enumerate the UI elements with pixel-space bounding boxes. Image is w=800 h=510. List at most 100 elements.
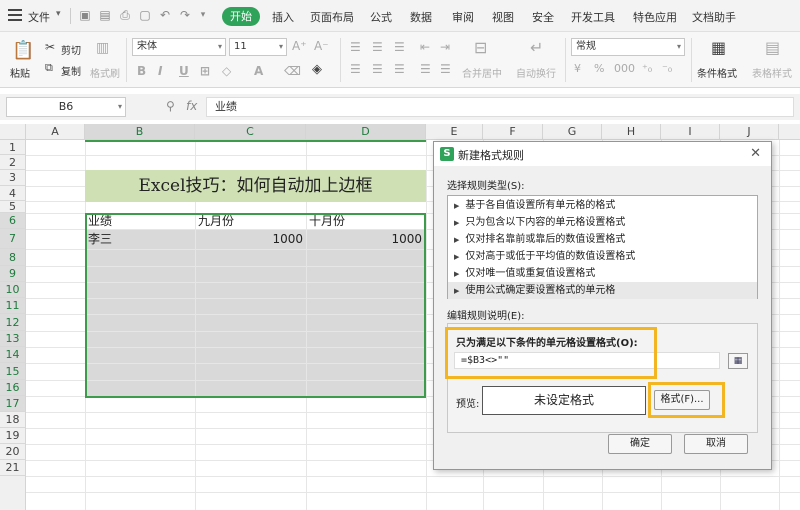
table-style-button[interactable]: 表格样式 bbox=[752, 65, 792, 80]
column-header[interactable]: E bbox=[426, 124, 483, 140]
italic-icon[interactable]: I bbox=[158, 64, 162, 78]
indent-increase-icon[interactable]: ⇥ bbox=[440, 40, 450, 54]
file-menu[interactable]: 文件 bbox=[28, 9, 50, 25]
wrap-text-button[interactable]: 自动换行 bbox=[516, 65, 556, 80]
row-header[interactable]: 9 bbox=[0, 266, 26, 282]
row-header[interactable]: 13 bbox=[0, 331, 26, 347]
print-preview-icon[interactable]: ▢ bbox=[138, 8, 152, 22]
font-color-icon[interactable]: A bbox=[254, 64, 263, 78]
conditional-format-button[interactable]: 条件格式 bbox=[697, 65, 737, 80]
tab-start[interactable]: 开始 bbox=[222, 7, 260, 26]
menu-icon[interactable] bbox=[8, 9, 22, 21]
tab-review[interactable]: 审阅 bbox=[452, 9, 474, 25]
align-top-icon[interactable]: ☰ bbox=[350, 40, 361, 54]
tab-data[interactable]: 数据 bbox=[410, 9, 432, 25]
bold-icon[interactable]: B bbox=[137, 64, 146, 78]
font-grow-icon[interactable]: A⁺ bbox=[292, 39, 307, 53]
select-all-corner[interactable] bbox=[0, 124, 26, 140]
conditional-format-icon[interactable]: ▦ bbox=[711, 38, 726, 57]
list-item-selected[interactable]: ▶ 使用公式确定要设置格式的单元格 bbox=[448, 282, 757, 299]
row-header[interactable]: 18 bbox=[0, 412, 26, 428]
wrap-icon[interactable]: ↵ bbox=[530, 38, 543, 57]
copy-icon[interactable]: ⧉ bbox=[45, 61, 53, 75]
tab-view[interactable]: 视图 bbox=[492, 9, 514, 25]
save-icon[interactable]: ▣ bbox=[78, 8, 92, 22]
column-header[interactable]: H bbox=[602, 124, 661, 140]
row-header[interactable]: 1 bbox=[0, 140, 26, 155]
cancel-button[interactable]: 取消 bbox=[684, 434, 748, 454]
tab-page-layout[interactable]: 页面布局 bbox=[310, 9, 354, 25]
row-header[interactable]: 11 bbox=[0, 298, 26, 314]
copy-button[interactable]: 复制 bbox=[61, 63, 81, 78]
align-center-icon[interactable]: ☰ bbox=[372, 62, 383, 76]
formula-input[interactable]: 业绩 bbox=[206, 97, 794, 117]
align-right-icon[interactable]: ☰ bbox=[394, 62, 405, 76]
chevron-down-icon[interactable]: ▾ bbox=[118, 98, 122, 116]
insert-function-button[interactable]: fx bbox=[186, 99, 197, 113]
font-shrink-icon[interactable]: A⁻ bbox=[314, 39, 329, 53]
tab-security[interactable]: 安全 bbox=[532, 9, 554, 25]
merge-center-button[interactable]: 合并居中 bbox=[462, 65, 502, 80]
row-header[interactable]: 19 bbox=[0, 428, 26, 444]
row-header[interactable]: 10 bbox=[0, 282, 26, 298]
row-header[interactable]: 14 bbox=[0, 347, 26, 363]
currency-icon[interactable]: ¥ bbox=[574, 62, 581, 75]
thousands-icon[interactable]: 000 bbox=[614, 62, 635, 75]
decimal-decrease-icon[interactable]: ⁻₀ bbox=[662, 62, 672, 75]
font-name-select[interactable]: 宋体 ▾ bbox=[132, 38, 226, 56]
list-item[interactable]: ▶ 只为包含以下内容的单元格设置格式 bbox=[448, 214, 757, 231]
row-header[interactable]: 6 bbox=[0, 213, 26, 229]
tab-doc-assistant[interactable]: 文档助手 bbox=[692, 9, 736, 25]
align-middle-icon[interactable]: ☰ bbox=[372, 40, 383, 54]
table-style-icon[interactable]: ▤ bbox=[765, 38, 780, 57]
column-header[interactable]: B bbox=[85, 124, 195, 140]
decimal-increase-icon[interactable]: ⁺₀ bbox=[642, 62, 652, 75]
border-icon[interactable]: ⊞ bbox=[200, 64, 210, 78]
percent-icon[interactable]: % bbox=[594, 62, 604, 75]
row-header[interactable]: 5 bbox=[0, 201, 26, 213]
title-cell[interactable]: Excel技巧：如何自动加上边框 bbox=[85, 170, 426, 202]
range-picker-icon[interactable]: ▦ bbox=[728, 353, 748, 369]
column-header[interactable]: J bbox=[720, 124, 779, 140]
close-icon[interactable]: ✕ bbox=[750, 146, 761, 161]
print-icon[interactable]: ⎙ bbox=[118, 8, 132, 22]
redo-icon[interactable]: ↷ bbox=[178, 8, 192, 22]
cut-button[interactable]: 剪切 bbox=[61, 42, 81, 57]
fill-color-icon[interactable]: ◇ bbox=[222, 64, 231, 78]
merge-icon[interactable]: ⊟ bbox=[474, 38, 487, 57]
name-box[interactable]: B6 ▾ bbox=[6, 97, 126, 117]
distributed-icon[interactable]: ☰ bbox=[440, 62, 451, 76]
font-size-select[interactable]: 11 ▾ bbox=[229, 38, 287, 56]
list-item[interactable]: ▶ 仅对高于或低于平均值的数值设置格式 bbox=[448, 248, 757, 265]
row-header[interactable]: 16 bbox=[0, 380, 26, 396]
list-item[interactable]: ▶ 基于各自值设置所有单元格的格式 bbox=[448, 197, 757, 214]
row-header[interactable]: 4 bbox=[0, 186, 26, 201]
clear-icon[interactable]: ⌫ bbox=[284, 64, 301, 78]
paste-icon[interactable]: 📋 bbox=[12, 40, 34, 61]
zoom-icon[interactable]: ⚲ bbox=[166, 99, 175, 113]
row-header[interactable]: 20 bbox=[0, 444, 26, 460]
eraser-icon[interactable]: ◈ bbox=[312, 62, 322, 77]
row-header[interactable]: 15 bbox=[0, 363, 26, 380]
indent-decrease-icon[interactable]: ⇤ bbox=[420, 40, 430, 54]
align-left-icon[interactable]: ☰ bbox=[350, 62, 361, 76]
undo-icon[interactable]: ↶ bbox=[158, 8, 172, 22]
ok-button[interactable]: 确定 bbox=[608, 434, 672, 454]
chevron-down-icon[interactable]: ▾ bbox=[196, 8, 210, 22]
row-header[interactable]: 2 bbox=[0, 155, 26, 170]
tab-formulas[interactable]: 公式 bbox=[370, 9, 392, 25]
row-header[interactable]: 8 bbox=[0, 249, 26, 266]
column-header[interactable]: G bbox=[543, 124, 602, 140]
row-header[interactable]: 3 bbox=[0, 170, 26, 186]
paste-button[interactable]: 粘贴 bbox=[10, 65, 30, 80]
column-header[interactable]: D bbox=[306, 124, 426, 140]
row-header[interactable]: 7 bbox=[0, 229, 26, 249]
list-item[interactable]: ▶ 仅对唯一值或重复值设置格式 bbox=[448, 265, 757, 282]
justify-icon[interactable]: ☰ bbox=[420, 62, 431, 76]
brush-icon[interactable]: ▥ bbox=[96, 40, 109, 56]
tab-developer[interactable]: 开发工具 bbox=[571, 9, 615, 25]
tab-insert[interactable]: 插入 bbox=[272, 9, 294, 25]
underline-icon[interactable]: U bbox=[179, 64, 189, 78]
list-item[interactable]: ▶ 仅对排名靠前或靠后的数值设置格式 bbox=[448, 231, 757, 248]
export-pdf-icon[interactable]: ▤ bbox=[98, 8, 112, 22]
